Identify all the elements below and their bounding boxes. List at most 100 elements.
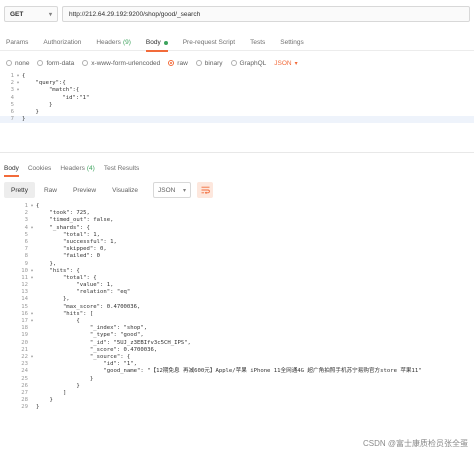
code-line: 4 ▾ "_shards": { (8, 225, 474, 232)
code-text: }, (36, 296, 70, 303)
radio-form-data[interactable]: form-data (37, 60, 74, 67)
code-text: "_type": "good", (36, 332, 144, 339)
line-number: 1 (24, 203, 28, 209)
line-number: 5 (24, 231, 28, 238)
fold-icon (28, 282, 36, 289)
fold-icon[interactable]: ▾ (14, 80, 22, 87)
tab-label: Headers (96, 39, 121, 46)
fold-icon[interactable]: ▾ (28, 275, 36, 282)
radio-raw[interactable]: raw (168, 60, 188, 67)
line-number: 29 (21, 404, 28, 411)
line-number: 7 (10, 116, 14, 123)
button-label: Visualize (112, 186, 139, 194)
line-number: 3 (10, 87, 14, 94)
code-line: 11 ▾ "total": { (8, 275, 474, 282)
tab-pre-request-script[interactable]: Pre-request Script (183, 35, 235, 51)
request-body-editor[interactable]: 1 ▾{ 2 ▾ "query":{ 3 ▾ "match":{ 4 "id":"1"… (0, 73, 474, 129)
code-line: 3 ▾ "match":{ (0, 87, 474, 94)
fold-icon (28, 397, 36, 404)
tab-response-headers[interactable]: Headers (4) (60, 160, 95, 176)
tab-params[interactable]: Params (6, 35, 28, 51)
tab-test-results[interactable]: Test Results (104, 160, 139, 176)
tab-body[interactable]: Body (145, 35, 168, 52)
response-toolbar: Pretty Raw Preview Visualize JSON ▾ (0, 181, 474, 199)
radio-binary[interactable]: binary (195, 60, 223, 67)
code-text: "hits": [ (36, 310, 94, 317)
code-line: 26 } (8, 383, 474, 390)
line-number: 9 (24, 260, 28, 267)
line-number: 21 (21, 346, 28, 353)
code-line: 24 "good_name": "【12期免息 再减600元】Apple/苹果 … (8, 368, 474, 375)
code-line: 7 "skipped": 0, (8, 246, 474, 253)
fold-icon[interactable]: ▾ (28, 225, 36, 232)
code-line: 4 "id":"1" (0, 95, 474, 102)
code-line: 16 ▾ "hits": [ (8, 311, 474, 318)
code-line: 13 "relation": "eq" (8, 289, 474, 296)
code-text: "max_score": 0.4700036, (36, 303, 141, 310)
code-text: "_source": { (36, 353, 131, 360)
method-select[interactable]: GET ▾ (4, 6, 58, 22)
fold-icon[interactable]: ▾ (28, 354, 36, 361)
visualize-button[interactable]: Visualize (105, 182, 145, 198)
response-tabs: Body Cookies Headers (4) Test Results (0, 160, 474, 177)
radio-circle-icon (37, 60, 44, 66)
line-number: 3 (24, 217, 28, 224)
pretty-button[interactable]: Pretty (4, 182, 35, 198)
code-line: 17 ▾ { (8, 318, 474, 325)
wrap-lines-icon (201, 186, 210, 194)
url-text: http://212.64.29.192:9200/shop/good/_sea… (69, 10, 201, 18)
wrap-lines-button[interactable] (197, 182, 214, 198)
code-text: "_id": "5UJ_z3EBIfv3c5CH_IPS", (36, 339, 191, 346)
radio-none[interactable]: none (6, 60, 29, 67)
line-number: 4 (10, 94, 14, 101)
fold-icon (28, 261, 36, 268)
fold-icon[interactable]: ▾ (28, 318, 36, 325)
line-number: 2 (10, 80, 14, 87)
tab-headers[interactable]: Headers (9) (96, 35, 131, 51)
line-number: 11 (21, 274, 28, 281)
headers-count: (4) (86, 164, 95, 172)
line-number: 7 (24, 246, 28, 253)
response-format-select[interactable]: JSON ▾ (153, 182, 192, 198)
code-text: { (36, 203, 40, 209)
request-tabs: Params Authorization Headers (9) Body Pre… (0, 35, 474, 52)
tab-label: Body (4, 164, 19, 172)
code-text: "good_name": "【12期免息 再减600元】Apple/苹果 iPh… (36, 368, 422, 375)
radio-x-www-form-urlencoded[interactable]: x-www-form-urlencoded (82, 60, 160, 67)
code-text: } (36, 404, 40, 411)
radio-circle-icon (230, 60, 237, 66)
code-text: "id":"1" (22, 94, 90, 101)
code-line: 9 }, (8, 261, 474, 268)
response-body-viewer[interactable]: 1 ▾{2 "took": 725, 3 "timed_out": false, 4 ▾… (8, 203, 474, 443)
tab-settings[interactable]: Settings (280, 35, 304, 51)
tab-response-body[interactable]: Body (4, 160, 19, 177)
fold-icon[interactable]: ▾ (14, 73, 22, 80)
fold-icon (28, 347, 36, 354)
tab-tests[interactable]: Tests (250, 35, 265, 51)
code-line: 2 "took": 725, (8, 210, 474, 217)
line-number: 19 (21, 332, 28, 339)
line-number: 6 (10, 108, 14, 115)
pane-divider[interactable] (0, 152, 474, 153)
code-text: } (22, 116, 26, 123)
fold-icon (28, 361, 36, 368)
body-format-select[interactable]: JSON ▾ (274, 60, 297, 67)
fold-icon[interactable]: ▾ (14, 87, 22, 94)
modified-dot-icon (163, 40, 168, 45)
code-line: 12 "value": 1, (8, 282, 474, 289)
tab-authorization[interactable]: Authorization (43, 35, 81, 51)
tab-cookies[interactable]: Cookies (28, 160, 51, 176)
preview-button[interactable]: Preview (66, 182, 103, 198)
headers-count: (9) (122, 39, 131, 46)
fold-icon[interactable]: ▾ (28, 311, 36, 318)
url-input[interactable]: http://212.64.29.192:9200/shop/good/_sea… (62, 6, 470, 22)
fold-icon (28, 383, 36, 390)
fold-icon (28, 253, 36, 260)
line-number: 2 (24, 210, 28, 217)
fold-icon[interactable]: ▾ (28, 203, 36, 210)
code-line: 29} (8, 404, 474, 411)
fold-icon[interactable]: ▾ (28, 268, 36, 275)
raw-button[interactable]: Raw (37, 182, 64, 198)
radio-graphql[interactable]: GraphQL (230, 60, 266, 67)
code-line: 8 "failed": 0 (8, 253, 474, 260)
